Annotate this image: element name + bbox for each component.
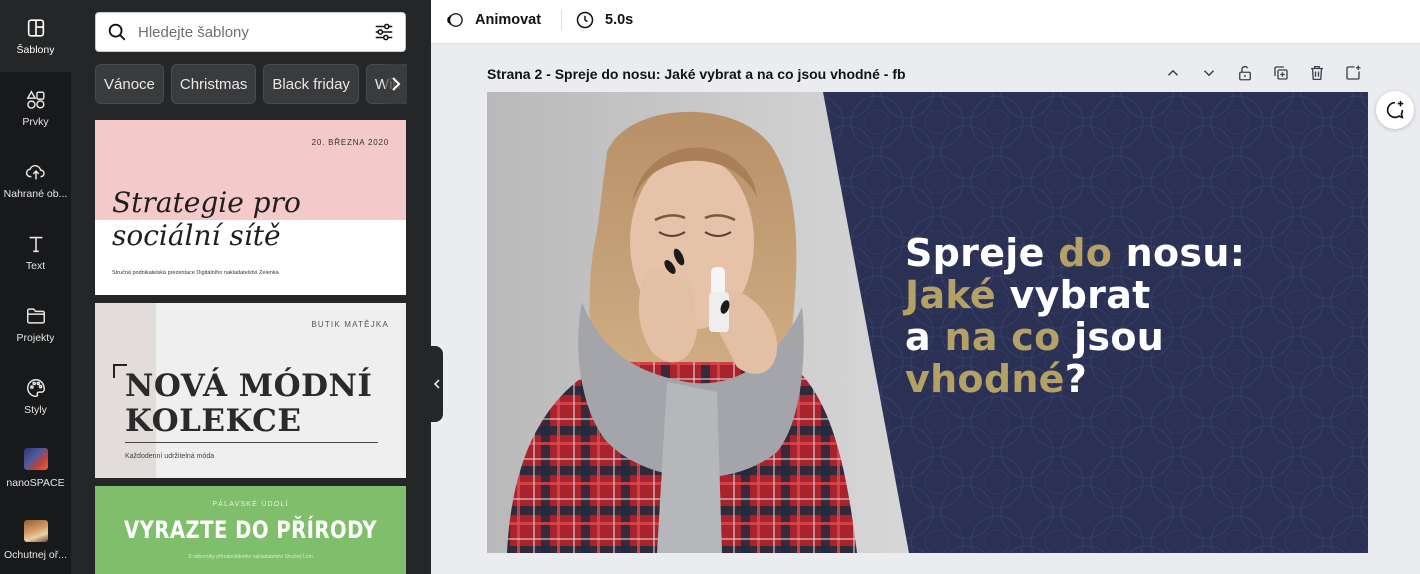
- toolbar-divider: [561, 9, 562, 31]
- rail-item-projects[interactable]: Projekty: [0, 288, 71, 360]
- chevron-down-icon: [1203, 70, 1215, 77]
- template-subtitle: S odborníky přírodovědného nakladatelstv…: [188, 554, 313, 560]
- duration-label: 5.0s: [605, 12, 634, 28]
- chip-christmas[interactable]: Christmas: [170, 64, 257, 104]
- template-title-line: KOLEKCE: [125, 403, 302, 439]
- template-title: VYRAZTE DO PŘÍRODY: [123, 516, 378, 544]
- animate-icon: [447, 13, 463, 27]
- design-headline[interactable]: Spreje do nosu: Jaké vybrat a na co jsou…: [905, 232, 1355, 400]
- collapse-panel-button[interactable]: [431, 346, 443, 422]
- template-kicker: PÁLAVSKÉ ÚDOLÍ: [212, 501, 289, 508]
- template-title: Strategie pro sociální sítě: [112, 186, 301, 252]
- headline-accent-text: vhodné: [905, 357, 1065, 401]
- animate-label: Animovat: [475, 12, 542, 28]
- clock-icon: [576, 11, 594, 29]
- side-rail: Šablony Prvky Nahrané ob... Text Projekt…: [0, 0, 71, 574]
- chevron-right-icon: [392, 77, 401, 91]
- duplicate-icon: [1274, 66, 1288, 80]
- template-card-fashion-collection[interactable]: BUTIK MATĚJKA NOVÁ MÓDNÍ KOLEKCE Každode…: [95, 303, 406, 478]
- folder-icon: [26, 307, 45, 324]
- rail-label: nanoSPACE: [6, 476, 65, 489]
- templates-panel: Vánoce Christmas Black friday Win 20. BŘ…: [71, 0, 431, 574]
- template-title-line: NOVÁ MÓDNÍ: [125, 368, 373, 404]
- headline-text: ?: [1064, 357, 1088, 401]
- template-search-box[interactable]: [95, 12, 406, 52]
- headline-line-1: Spreje do nosu:: [905, 232, 1355, 274]
- rail-item-elements[interactable]: Prvky: [0, 72, 71, 144]
- template-brand: BUTIK MATĚJKA: [311, 320, 389, 329]
- headline-accent-text: na co: [944, 315, 1061, 359]
- chip-vanoce[interactable]: Vánoce: [95, 64, 164, 104]
- template-subtitle: Každodenní udržitelná móda: [125, 453, 215, 460]
- category-chips: Vánoce Christmas Black friday Win: [95, 64, 407, 104]
- headline-text: a: [905, 315, 945, 359]
- chevron-left-icon: [433, 379, 440, 389]
- page-tools: [1164, 63, 1362, 83]
- headline-text: Spreje: [905, 231, 1059, 275]
- add-comment-button[interactable]: [1376, 91, 1414, 129]
- template-card-social-strategy[interactable]: 20. BŘEZNA 2020 Strategie pro sociální s…: [95, 120, 406, 295]
- templates-icon: [27, 18, 44, 37]
- headline-text: jsou: [1060, 315, 1165, 359]
- rail-item-nanospace[interactable]: nanoSPACE: [0, 432, 71, 504]
- template-subtitle: Stručná podnikatelská prezentace Digitál…: [112, 270, 279, 276]
- move-page-up-button[interactable]: [1164, 63, 1182, 83]
- editor-app: Šablony Prvky Nahrané ob... Text Projekt…: [0, 0, 1420, 574]
- duration-button[interactable]: 5.0s: [575, 0, 633, 40]
- page-title[interactable]: Strana 2 - Spreje do nosu: Jaké vybrat a…: [487, 66, 906, 82]
- duplicate-page-button[interactable]: [1272, 63, 1290, 83]
- trash-icon: [1311, 65, 1323, 81]
- headline-accent-text: do: [1058, 231, 1113, 275]
- rail-label: Ochutnej oř...: [3, 548, 68, 561]
- template-title-line: Strategie pro: [112, 186, 301, 219]
- template-divider: [125, 442, 378, 443]
- rail-item-styles[interactable]: Styly: [0, 360, 71, 432]
- nanospace-app-icon: [23, 447, 48, 470]
- rail-label: Prvky: [22, 115, 49, 128]
- rail-label: Projekty: [16, 331, 55, 344]
- move-page-down-button[interactable]: [1200, 63, 1218, 83]
- headline-accent-text: Jaké: [905, 273, 997, 317]
- rail-label: Šablony: [16, 43, 55, 56]
- comment-add-icon: [1386, 100, 1404, 119]
- template-title: NOVÁ MÓDNÍ KOLEKCE: [125, 369, 372, 439]
- headline-text: nosu:: [1112, 231, 1246, 275]
- chevron-up-icon: [1167, 69, 1179, 76]
- text-icon: [29, 236, 42, 252]
- animate-button[interactable]: Animovat: [445, 0, 541, 40]
- chips-scroll-right-button[interactable]: [385, 64, 407, 104]
- search-icon: [108, 23, 126, 41]
- elements-icon: [25, 89, 45, 109]
- chip-black-friday[interactable]: Black friday: [263, 64, 359, 104]
- rail-label: Text: [25, 259, 46, 272]
- rail-item-text[interactable]: Text: [0, 216, 71, 288]
- rail-label: Nahrané ob...: [3, 187, 68, 200]
- template-title-line: sociální sítě: [112, 219, 281, 252]
- rail-item-ochutnej[interactable]: Ochutnej oř...: [0, 504, 71, 574]
- template-date: 20. BŘEZNA 2020: [311, 138, 389, 147]
- unlock-icon: [1239, 65, 1251, 81]
- lock-page-button[interactable]: [1236, 63, 1254, 83]
- template-card-nature[interactable]: PÁLAVSKÉ ÚDOLÍ VYRAZTE DO PŘÍRODY S odbo…: [95, 486, 406, 574]
- search-input[interactable]: [138, 23, 373, 41]
- ochutnej-app-icon: [23, 519, 48, 542]
- delete-page-button[interactable]: [1308, 63, 1326, 83]
- headline-text: vybrat: [996, 273, 1151, 317]
- design-canvas[interactable]: Spreje do nosu: Jaké vybrat a na co jsou…: [487, 92, 1368, 553]
- rail-item-templates[interactable]: Šablony: [0, 0, 71, 72]
- add-page-button[interactable]: [1344, 63, 1362, 83]
- upload-cloud-icon: [25, 164, 45, 179]
- rail-label: Styly: [24, 403, 47, 416]
- editor-toolbar: Animovat 5.0s: [431, 0, 1420, 44]
- headline-line-3: a na co jsou vhodné?: [905, 316, 1355, 400]
- filter-sliders-icon[interactable]: [373, 21, 395, 43]
- add-page-icon: [1346, 65, 1361, 80]
- headline-line-2: Jaké vybrat: [905, 274, 1355, 316]
- rail-item-uploads[interactable]: Nahrané ob...: [0, 144, 71, 216]
- palette-icon: [26, 378, 45, 397]
